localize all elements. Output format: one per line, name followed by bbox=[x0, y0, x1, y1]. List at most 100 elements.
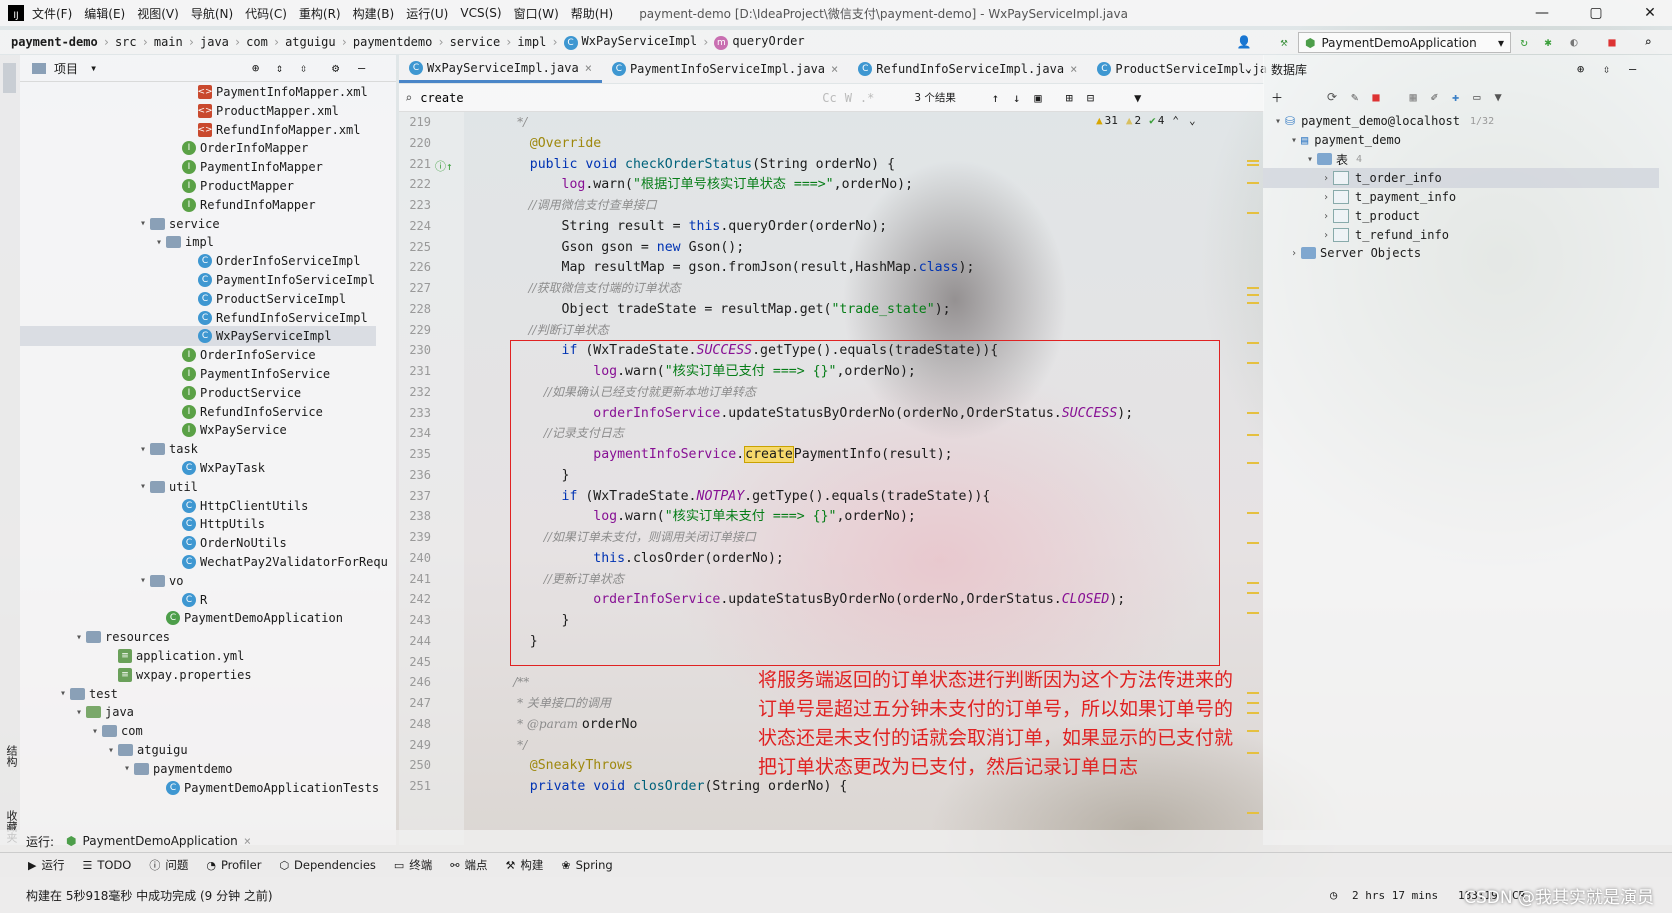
code-line[interactable]: log.warn("根据订单号核实订单状态 ===>",orderNo); bbox=[498, 174, 914, 195]
filter-icon[interactable]: ▼ bbox=[1494, 90, 1501, 104]
tree-item[interactable]: I OrderInfoMapper bbox=[20, 138, 376, 158]
regex-icon[interactable]: .* bbox=[860, 91, 874, 105]
add-selection-icon[interactable]: ⊞ bbox=[1066, 91, 1073, 105]
scroll-marker[interactable] bbox=[1247, 164, 1259, 166]
tool-window-button[interactable]: ▭ 终端 bbox=[394, 857, 432, 873]
breadcrumb-item[interactable]: payment-demo bbox=[6, 35, 103, 49]
search-input[interactable] bbox=[418, 89, 783, 106]
expand-all-icon[interactable]: ⇕ bbox=[276, 61, 283, 75]
tree-item[interactable]: ▾ task bbox=[20, 439, 376, 459]
code-line[interactable]: Map resultMap = gson.fromJson(result,Has… bbox=[498, 257, 975, 278]
scroll-marker[interactable] bbox=[1247, 287, 1259, 289]
chevron-down-icon[interactable]: ▾ bbox=[136, 444, 150, 455]
breadcrumb-item[interactable]: m queryOrder bbox=[709, 34, 809, 50]
breadcrumb-item[interactable]: main bbox=[149, 35, 188, 49]
db-connection[interactable]: ▾ ⛁ payment_demo@localhost 1/32 bbox=[1271, 111, 1494, 131]
hammer-icon[interactable]: ⚒ bbox=[1276, 34, 1292, 50]
match-case-icon[interactable]: Cc bbox=[822, 91, 836, 105]
chevron-down-icon[interactable]: ▾ bbox=[104, 745, 118, 756]
tree-item[interactable]: I PaymentInfoMapper bbox=[20, 157, 376, 177]
scroll-marker[interactable] bbox=[1247, 592, 1259, 594]
tree-item[interactable]: ▾ paymentdemo bbox=[20, 759, 376, 779]
code-line[interactable]: //判断订单状态 bbox=[498, 320, 609, 341]
structure-tool-label[interactable]: 结构 bbox=[3, 745, 19, 767]
code-line[interactable]: String result = this.queryOrder(orderNo)… bbox=[498, 216, 888, 237]
scroll-marker[interactable] bbox=[1247, 412, 1259, 414]
chevron-right-icon[interactable]: › bbox=[1319, 173, 1333, 184]
hide-icon[interactable]: — bbox=[1629, 62, 1636, 76]
chevron-right-icon[interactable]: › bbox=[1319, 192, 1333, 203]
scroll-marker[interactable] bbox=[1247, 434, 1259, 436]
breadcrumb-item[interactable]: C WxPayServiceImpl bbox=[559, 34, 703, 50]
scroll-marker[interactable] bbox=[1247, 512, 1259, 514]
scroll-marker[interactable] bbox=[1247, 302, 1259, 304]
tree-item[interactable]: ≡ wxpay.properties bbox=[20, 665, 376, 685]
tree-item[interactable]: ▾ resources bbox=[20, 627, 376, 647]
menu-item[interactable]: VCS(S) bbox=[460, 6, 501, 20]
search-everywhere-icon[interactable]: ⌕ bbox=[1640, 34, 1656, 50]
tool-window-button[interactable]: ⚯ 端点 bbox=[450, 857, 487, 873]
tree-item[interactable]: C HttpUtils bbox=[20, 514, 376, 534]
status-message[interactable]: 构建在 5秒918毫秒 中成功完成 (9 分钟 之前) bbox=[26, 887, 273, 904]
user-icon[interactable]: 👤 bbox=[1236, 34, 1252, 50]
tree-item[interactable]: C ProductServiceImpl bbox=[20, 289, 376, 309]
stop-icon[interactable]: ■ bbox=[1372, 90, 1379, 104]
coverage-icon[interactable]: ◐ bbox=[1566, 34, 1582, 50]
db-server-objects[interactable]: › Server Objects bbox=[1287, 243, 1421, 263]
tree-item[interactable]: ▾ vo bbox=[20, 571, 376, 591]
collapse-all-icon[interactable]: ⇳ bbox=[300, 61, 307, 75]
add-icon[interactable]: ＋ bbox=[1271, 89, 1283, 106]
breadcrumb-item[interactable]: com bbox=[241, 35, 273, 49]
stop-icon[interactable]: ■ bbox=[1604, 34, 1620, 50]
scroll-marker[interactable] bbox=[1247, 182, 1259, 184]
remove-selection-icon[interactable]: ⊟ bbox=[1087, 91, 1094, 105]
chevron-down-icon[interactable]: ▾ bbox=[56, 688, 70, 699]
editor-tab[interactable]: C PaymentInfoServiceImpl.java × bbox=[602, 55, 848, 83]
editor-tab[interactable]: C RefundInfoServiceImpl.java × bbox=[848, 55, 1087, 83]
tool-window-button[interactable]: ⓘ 问题 bbox=[149, 857, 188, 873]
code-line[interactable]: //获取微信支付端的订单状态 bbox=[498, 278, 681, 299]
chevron-up-icon[interactable]: ⌃ bbox=[1172, 114, 1179, 127]
menu-item[interactable]: 编辑(E) bbox=[84, 5, 125, 22]
tree-item[interactable]: <> PaymentInfoMapper.xml bbox=[20, 82, 376, 102]
select-all-occurrences-icon[interactable]: ▣ bbox=[1034, 91, 1041, 105]
edit-source-icon[interactable]: ✐ bbox=[1431, 90, 1438, 104]
chevron-down-icon[interactable]: ▾ bbox=[136, 575, 150, 586]
breadcrumb-item[interactable]: service bbox=[445, 35, 506, 49]
db-table[interactable]: › t_order_info bbox=[1263, 168, 1659, 188]
hide-icon[interactable]: — bbox=[358, 61, 365, 75]
tree-item[interactable]: ▾ atguigu bbox=[20, 740, 376, 760]
tree-item[interactable]: <> ProductMapper.xml bbox=[20, 101, 376, 121]
tree-item[interactable]: I PaymentInfoService bbox=[20, 364, 376, 384]
close-icon[interactable]: × bbox=[244, 834, 251, 848]
tree-item[interactable]: C HttpClientUtils bbox=[20, 496, 376, 516]
scroll-marker[interactable] bbox=[1247, 362, 1259, 364]
scroll-marker[interactable] bbox=[1247, 542, 1259, 544]
tree-item[interactable]: I RefundInfoMapper bbox=[20, 195, 376, 215]
db-schema[interactable]: ▾ ▤ payment_demo bbox=[1287, 130, 1401, 150]
scroll-marker[interactable] bbox=[1247, 342, 1259, 344]
code-line[interactable]: //调用微信支付查单接口 bbox=[498, 195, 657, 216]
menu-item[interactable]: 运行(U) bbox=[406, 5, 448, 22]
console-icon[interactable]: ▭ bbox=[1473, 90, 1480, 104]
edit-icon[interactable]: ✎ bbox=[1351, 90, 1358, 104]
whole-word-icon[interactable]: W bbox=[845, 91, 852, 105]
tree-item[interactable]: ▾ impl bbox=[20, 232, 376, 252]
run-tab-label[interactable]: PaymentDemoApplication bbox=[83, 834, 238, 848]
refresh-icon[interactable]: ⟳ bbox=[1327, 90, 1337, 104]
tree-item[interactable]: ▾ service bbox=[20, 214, 376, 234]
menu-item[interactable]: 导航(N) bbox=[191, 5, 233, 22]
tree-item[interactable]: I ProductService bbox=[20, 383, 376, 403]
chevron-down-icon[interactable]: ▾ bbox=[152, 237, 166, 248]
implements-marker-icon[interactable]: ⓘ↑ bbox=[435, 158, 453, 174]
chevron-right-icon[interactable]: › bbox=[1319, 211, 1333, 222]
code-line[interactable]: * 关单接口的调用 bbox=[498, 693, 611, 714]
breadcrumb-item[interactable]: atguigu bbox=[280, 35, 341, 49]
minimize-icon[interactable]: — bbox=[1522, 0, 1562, 26]
chevron-down-icon[interactable]: ▾ bbox=[72, 707, 86, 718]
tree-item[interactable]: C WechatPay2ValidatorForRequ bbox=[20, 552, 388, 572]
tree-item[interactable]: C RefundInfoServiceImpl bbox=[20, 308, 376, 328]
jump-icon[interactable]: ✚ bbox=[1452, 90, 1459, 104]
breadcrumb-item[interactable]: java bbox=[195, 35, 234, 49]
tree-item[interactable]: C OrderInfoServiceImpl bbox=[20, 251, 376, 271]
